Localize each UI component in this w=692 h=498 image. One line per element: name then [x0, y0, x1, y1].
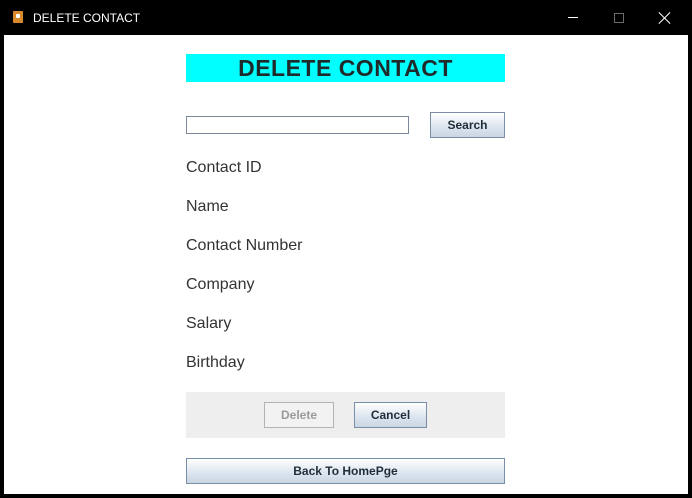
close-icon: [659, 12, 671, 24]
salary-label: Salary: [186, 315, 232, 332]
contact-number-label: Contact Number: [186, 237, 303, 254]
application-window: DELETE CONTACT DELETE CONTACT Search Con…: [0, 0, 692, 498]
window-title: DELETE CONTACT: [33, 11, 141, 25]
delete-button[interactable]: Delete: [264, 402, 334, 428]
cancel-button[interactable]: Cancel: [354, 402, 427, 428]
company-label: Company: [186, 276, 255, 293]
maximize-button[interactable]: [596, 0, 642, 35]
minimize-icon: [568, 17, 578, 18]
contact-id-label: Contact ID: [186, 159, 262, 176]
minimize-button[interactable]: [550, 0, 596, 35]
birthday-label: Birthday: [186, 354, 245, 371]
action-button-panel: Delete Cancel: [186, 392, 505, 438]
name-label: Name: [186, 198, 229, 215]
back-to-homepage-button[interactable]: Back To HomePge: [186, 458, 505, 484]
search-button[interactable]: Search: [430, 112, 505, 138]
search-input[interactable]: [186, 116, 409, 134]
java-app-icon: [13, 11, 23, 23]
close-button[interactable]: [642, 0, 688, 35]
title-bar[interactable]: DELETE CONTACT: [0, 0, 692, 35]
page-title: DELETE CONTACT: [186, 54, 505, 82]
delete-contact-form: DELETE CONTACT Search Contact ID Name Co…: [4, 35, 688, 494]
maximize-icon: [614, 12, 624, 23]
